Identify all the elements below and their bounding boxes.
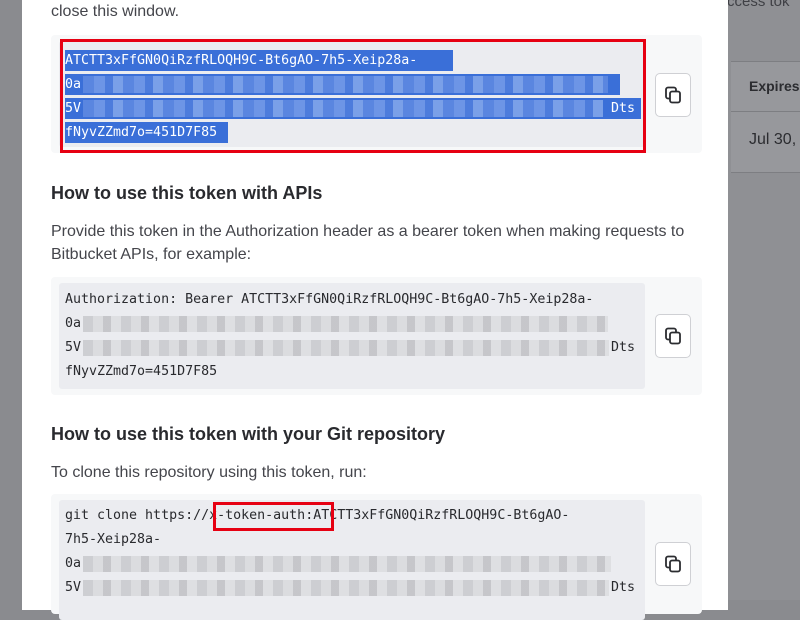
git-section-title: How to use this token with your Git repo… (51, 424, 446, 444)
api-section-description: Provide this token in the Authorization … (51, 223, 685, 263)
git-code-line-3-start: 0a (65, 556, 82, 571)
api-token-redacted-blur (83, 340, 609, 356)
annotation-highlight-token (60, 39, 646, 153)
git-token-redacted-blur (83, 580, 609, 596)
copy-icon (663, 554, 683, 574)
api-section-title: How to use this token with APIs (51, 183, 323, 203)
api-code-card: Authorization: Bearer ATCTT3xFfGN0QiRzfR… (51, 277, 702, 395)
copy-icon (663, 85, 683, 105)
git-section-description: To clone this repository using this toke… (51, 464, 367, 481)
background-table-header-expires: Expires (749, 78, 800, 94)
api-code-line-2-start: 0a (65, 316, 82, 331)
git-token-redacted-blur (83, 556, 611, 572)
background-table-cell-date: Jul 30, (749, 131, 797, 148)
git-code-line-4-start: 5V (65, 580, 82, 595)
annotation-highlight-username (213, 502, 334, 531)
git-code-line-2: 7h5-Xeip28a- (65, 532, 162, 547)
api-code-box[interactable]: Authorization: Bearer ATCTT3xFfGN0QiRzfR… (59, 283, 645, 389)
background-table-divider (731, 111, 800, 112)
copy-git-command-button[interactable] (655, 542, 691, 586)
copy-token-button[interactable] (655, 73, 691, 117)
api-code-line-3-end: Dts (611, 340, 636, 355)
background-heading-text: ccess tok (727, 0, 790, 10)
api-token-redacted-blur (83, 316, 608, 332)
api-code-line-1: Authorization: Bearer ATCTT3xFfGN0QiRzfR… (65, 292, 594, 307)
modal-intro-text: close this window. (51, 3, 180, 20)
api-code-line-3-start: 5V (65, 340, 82, 355)
copy-api-example-button[interactable] (655, 314, 691, 358)
git-code-line-4-end: Dts (611, 580, 636, 595)
git-code-box[interactable]: git clone https://x-token-auth:ATCTT3xFf… (59, 500, 645, 620)
api-code-line-4: fNyvZZmd7o=451D7F85 (65, 364, 218, 379)
copy-icon (663, 326, 683, 346)
git-code-card: git clone https://x-token-auth:ATCTT3xFf… (51, 494, 702, 620)
